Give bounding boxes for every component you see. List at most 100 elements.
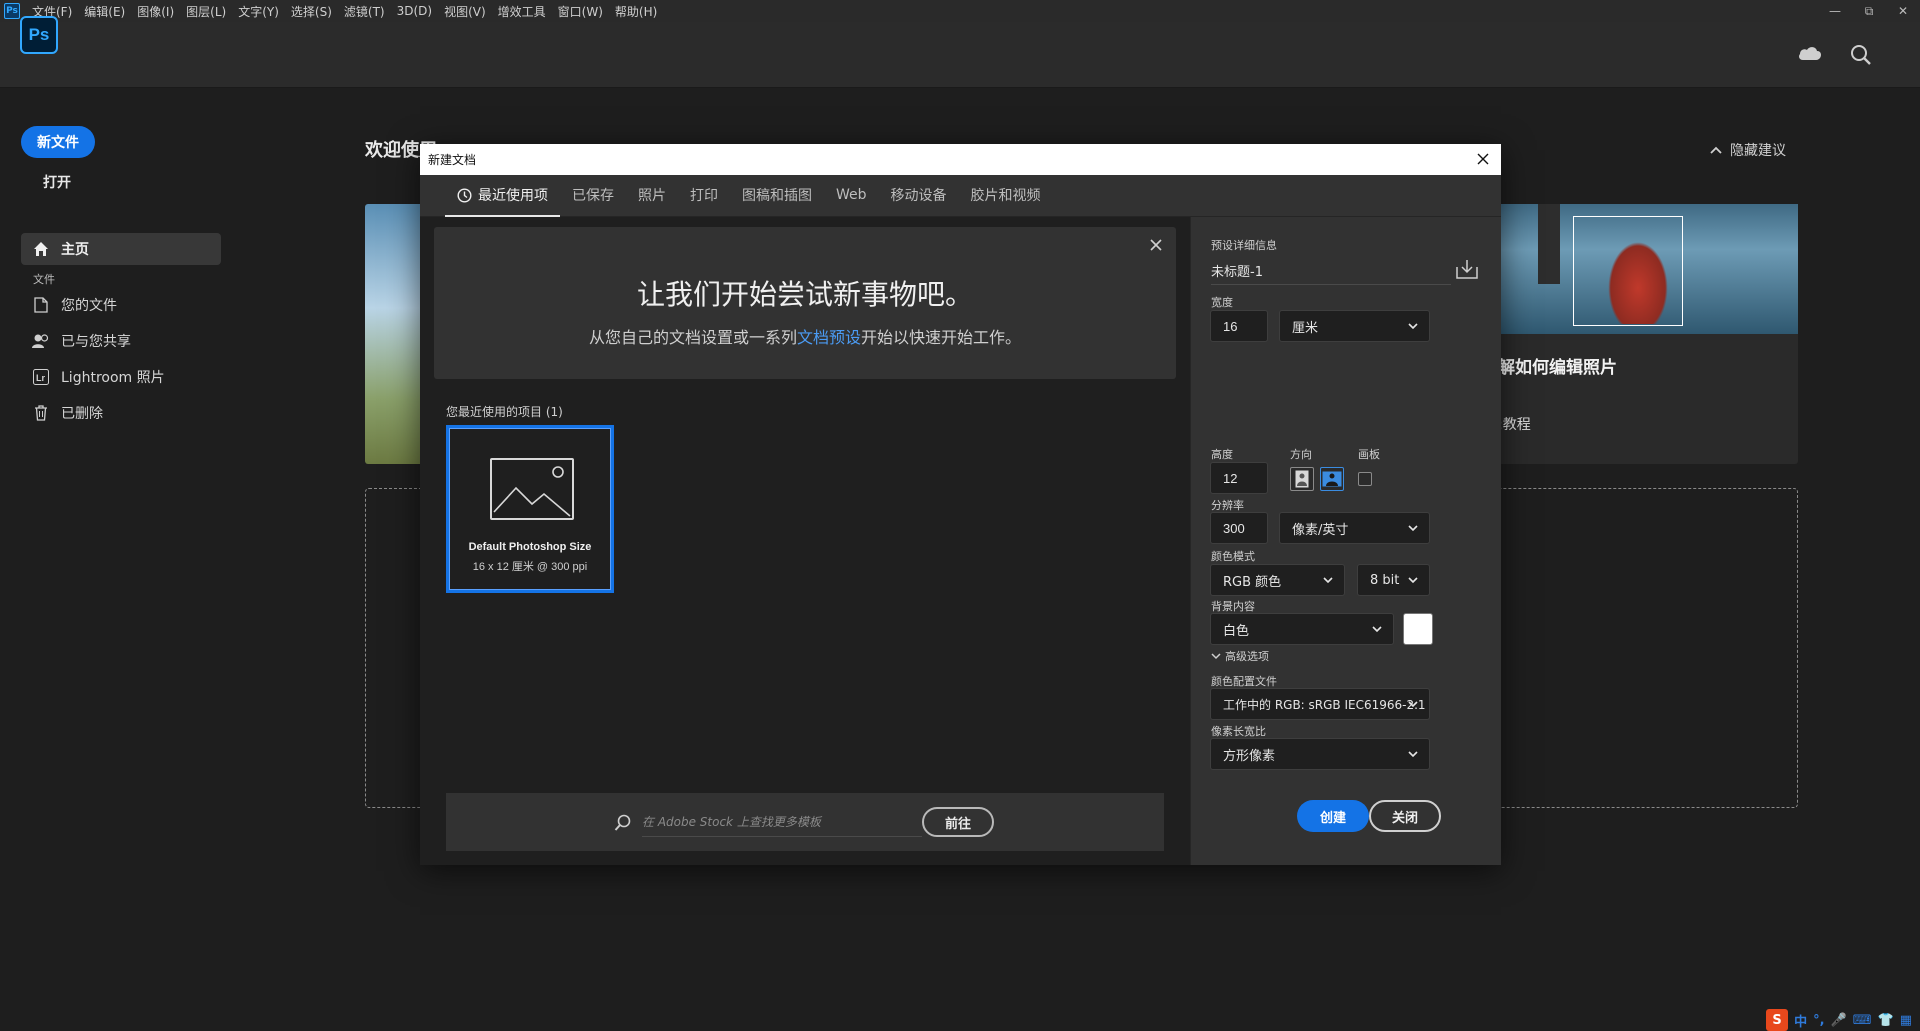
width-label: 宽度 — [1211, 296, 1233, 309]
tab-label: 最近使用项 — [478, 188, 548, 204]
document-name-field[interactable]: 未标题-1 — [1211, 257, 1451, 285]
search-icon[interactable] — [1850, 44, 1872, 66]
background-contents-label: 背景内容 — [1211, 600, 1255, 613]
window-controls: — ⧉ ✕ — [1818, 0, 1920, 22]
cloud-icon[interactable] — [1797, 43, 1823, 61]
create-button[interactable]: 创建 — [1297, 800, 1369, 832]
chevron-down-icon — [1408, 577, 1418, 584]
minimize-icon[interactable]: — — [1818, 0, 1852, 22]
color-mode-select[interactable]: RGB 颜色 — [1210, 564, 1345, 596]
hide-suggestions-button[interactable]: 隐藏建议 — [1710, 140, 1786, 160]
punctuation-icon[interactable]: °, — [1813, 1013, 1824, 1028]
resolution-input[interactable]: 300 — [1210, 512, 1268, 544]
tab-mobile[interactable]: 移动设备 — [879, 174, 959, 216]
promo-heading: 让我们开始尝试新事物吧。 — [636, 278, 973, 311]
width-unit-select[interactable]: 厘米 — [1279, 310, 1430, 342]
sidebar-item-lightroom[interactable]: Lr Lightroom 照片 — [21, 362, 221, 392]
artboard-label: 画板 — [1358, 448, 1380, 461]
trash-icon — [21, 405, 61, 421]
shared-users-icon — [21, 333, 61, 349]
width-unit-value: 厘米 — [1292, 320, 1319, 336]
sidebar-item-home[interactable]: 主页 — [21, 233, 221, 265]
presets-pane: 让我们开始尝试新事物吧。 从您自己的文档设置或一系列文档预设开始以快速开始工作。… — [420, 217, 1190, 865]
recent-items-label: 您最近使用的项目 (1) — [446, 405, 563, 419]
menu-plugins[interactable]: 增效工具 — [492, 3, 552, 20]
tab-saved[interactable]: 已保存 — [560, 174, 626, 216]
menu-edit[interactable]: 编辑(E) — [78, 3, 131, 20]
sidebar-item-label: Lightroom 照片 — [61, 370, 165, 386]
preset-name: Default Photoshop Size — [468, 541, 592, 553]
menu-3d[interactable]: 3D(D) — [391, 4, 438, 18]
background-contents-value: 白色 — [1223, 623, 1250, 639]
pixel-aspect-ratio-label: 像素长宽比 — [1211, 725, 1266, 738]
close-icon[interactable] — [1148, 237, 1164, 253]
save-preset-icon[interactable] — [1456, 259, 1478, 279]
portrait-icon — [1295, 470, 1309, 488]
resolution-unit-select[interactable]: 像素/英寸 — [1279, 512, 1430, 544]
document-presets-link[interactable]: 文档预设 — [797, 328, 861, 347]
advanced-options-toggle[interactable]: 高级选项 — [1211, 648, 1269, 664]
menu-bar: Ps 文件(F) 编辑(E) 图像(I) 图层(L) 文字(Y) 选择(S) 滤… — [0, 0, 1920, 22]
sidebar-item-label: 主页 — [61, 242, 89, 258]
restore-icon[interactable]: ⧉ — [1852, 0, 1886, 22]
ime-language-toggle[interactable]: 中 — [1794, 1011, 1807, 1030]
artboard-checkbox[interactable] — [1358, 472, 1372, 486]
menu-view[interactable]: 视图(V) — [438, 3, 492, 20]
svg-text:Lr: Lr — [36, 373, 45, 383]
preset-card[interactable]: Default Photoshop Size 16 x 12 厘米 @ 300 … — [446, 425, 614, 593]
tab-recent[interactable]: 最近使用项 — [445, 174, 560, 217]
menu-filter[interactable]: 滤镜(T) — [338, 3, 391, 20]
sidebar-item-deleted[interactable]: 已删除 — [21, 398, 221, 428]
menu-select[interactable]: 选择(S) — [285, 3, 338, 20]
pixel-aspect-ratio-value: 方形像素 — [1223, 748, 1276, 764]
new-file-button[interactable]: 新文件 — [21, 126, 95, 158]
preset-size: 16 x 12 厘米 @ 300 ppi — [472, 561, 588, 573]
bit-depth-select[interactable]: 8 bit — [1357, 564, 1430, 596]
sogou-ime-icon[interactable]: S — [1766, 1009, 1789, 1031]
menu-image[interactable]: 图像(I) — [131, 3, 180, 20]
tab-print[interactable]: 打印 — [678, 174, 730, 216]
portrait-orientation-button[interactable] — [1290, 467, 1314, 491]
chevron-down-icon — [1211, 653, 1221, 660]
close-window-icon[interactable]: ✕ — [1886, 0, 1920, 22]
tab-web[interactable]: Web — [824, 174, 879, 216]
stock-search-input[interactable] — [642, 807, 922, 837]
promo-text-end: 开始以快速开始工作。 — [861, 328, 1022, 347]
suggestion-thumbnail[interactable] — [365, 204, 421, 464]
grid-icon[interactable]: ▦ — [1900, 1013, 1912, 1028]
tool-strip-graphic — [1538, 204, 1560, 284]
landscape-orientation-button[interactable] — [1320, 467, 1344, 491]
menu-type[interactable]: 文字(Y) — [232, 3, 285, 20]
image-placeholder-icon — [490, 458, 574, 520]
color-profile-select[interactable]: 工作中的 RGB: sRGB IEC61966-2.1 — [1210, 688, 1430, 720]
sidebar-item-label: 已与您共享 — [61, 334, 131, 350]
advanced-options-label: 高级选项 — [1225, 650, 1269, 663]
pixel-aspect-ratio-select[interactable]: 方形像素 — [1210, 738, 1430, 770]
height-input[interactable]: 12 — [1210, 462, 1268, 494]
tab-art-illustration[interactable]: 图稿和插图 — [730, 174, 824, 216]
background-contents-select[interactable]: 白色 — [1210, 613, 1394, 645]
resolution-label: 分辨率 — [1211, 499, 1244, 512]
width-input[interactable]: 16 — [1210, 310, 1268, 342]
clock-icon — [457, 187, 472, 203]
close-button[interactable]: 关闭 — [1369, 800, 1441, 832]
menu-help[interactable]: 帮助(H) — [609, 3, 663, 20]
adobe-stock-search-bar: 前往 — [446, 793, 1164, 851]
sidebar-item-shared[interactable]: 已与您共享 — [21, 326, 221, 356]
search-icon — [614, 814, 631, 831]
microphone-icon[interactable]: 🎤 — [1831, 1013, 1847, 1028]
sidebar-item-label: 已删除 — [61, 406, 103, 422]
photoshop-logo[interactable]: Ps — [20, 16, 58, 54]
close-icon[interactable] — [1471, 147, 1495, 171]
menu-window[interactable]: 窗口(W) — [552, 3, 609, 20]
tab-film-video[interactable]: 胶片和视频 — [959, 174, 1053, 216]
sidebar-item-your-files[interactable]: 您的文件 — [21, 290, 221, 320]
color-profile-label: 颜色配置文件 — [1211, 675, 1277, 688]
background-color-swatch[interactable] — [1403, 613, 1433, 645]
skin-icon[interactable]: 👕 — [1878, 1013, 1894, 1028]
go-button[interactable]: 前往 — [922, 807, 994, 837]
keyboard-icon[interactable]: ⌨ — [1853, 1013, 1872, 1028]
menu-layer[interactable]: 图层(L) — [180, 3, 232, 20]
open-button[interactable]: 打开 — [43, 172, 71, 192]
tab-photo[interactable]: 照片 — [626, 174, 678, 216]
